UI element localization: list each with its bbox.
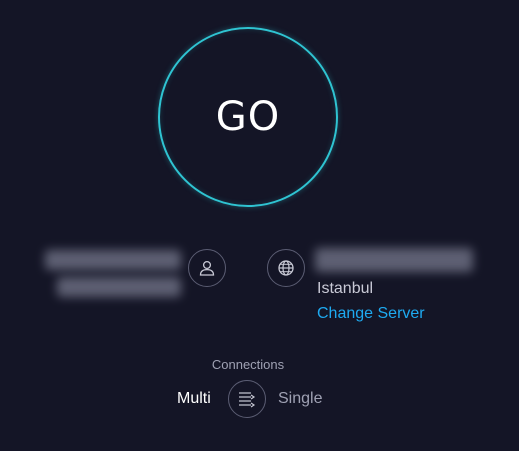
globe-icon-glyph xyxy=(278,260,294,276)
go-button[interactable]: GO xyxy=(158,27,338,207)
user-icon[interactable] xyxy=(188,249,226,287)
connections-label: Connections xyxy=(211,357,285,372)
connections-icon xyxy=(239,392,256,408)
server-city: Istanbul xyxy=(317,280,374,297)
connections-toggle[interactable] xyxy=(228,380,266,418)
isp-name-redacted xyxy=(45,250,181,270)
go-label: GO xyxy=(215,94,281,140)
connections-single-option[interactable]: Single xyxy=(278,390,322,408)
server-name-redacted xyxy=(315,248,473,272)
isp-ip-redacted xyxy=(57,277,181,297)
user-icon-glyph xyxy=(199,260,215,276)
globe-icon[interactable] xyxy=(267,249,305,287)
change-server-link[interactable]: Change Server xyxy=(317,305,425,323)
connections-multi-option[interactable]: Multi xyxy=(177,390,211,408)
